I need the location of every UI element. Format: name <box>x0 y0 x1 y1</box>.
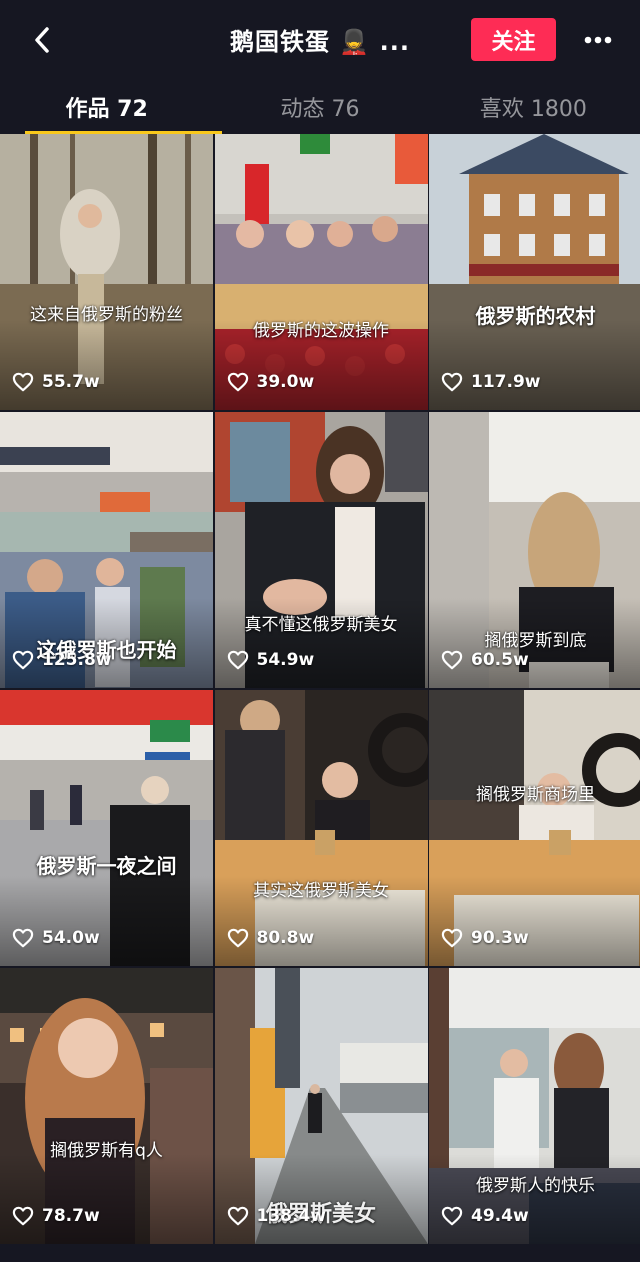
heart-outline-icon <box>12 650 34 670</box>
profile-tabs: 作品 72 动态 76 喜欢 1800 <box>0 80 640 134</box>
like-count: 54.0w <box>12 928 100 948</box>
heart-outline-icon <box>227 928 248 948</box>
like-count: 55.7w <box>12 372 100 392</box>
heart-outline-icon <box>227 372 248 392</box>
video-tile[interactable]: 其实这俄罗斯美女 80.8w <box>214 690 428 966</box>
video-caption: 俄罗斯的这波操作 <box>253 321 389 341</box>
like-count: 49.4w <box>441 1206 529 1226</box>
video-tile[interactable]: 搁俄罗斯商场里 90.3w <box>429 690 640 966</box>
thumbnail-shade <box>429 320 640 410</box>
like-count-value: 78.7w <box>42 1206 100 1226</box>
video-caption: 这来自俄罗斯的粉丝 <box>30 305 183 325</box>
heart-outline-icon <box>12 928 34 948</box>
video-caption: 俄罗斯人的快乐 <box>476 1176 595 1196</box>
like-count-value: 117.9w <box>471 372 541 392</box>
like-count: 60.5w <box>441 650 529 670</box>
heart-outline-icon <box>441 650 463 670</box>
like-count-value: 54.9w <box>256 650 315 670</box>
heart-outline-icon <box>441 928 463 948</box>
like-count: 78.7w <box>12 1206 100 1226</box>
tab-likes[interactable]: 喜欢 1800 <box>427 80 640 134</box>
thumbnail-shade <box>429 1154 640 1244</box>
like-count-value: 60.5w <box>471 650 529 670</box>
like-count: 138.4w <box>227 1206 326 1226</box>
like-count-value: 55.7w <box>42 372 100 392</box>
video-caption: 搁俄罗斯有q人 <box>50 1141 163 1161</box>
like-count: 90.3w <box>441 928 529 948</box>
video-tile[interactable]: 俄罗斯人的快乐 49.4w <box>429 968 640 1244</box>
like-count-value: 80.8w <box>256 928 315 948</box>
back-button[interactable] <box>22 20 62 60</box>
thumbnail-shade <box>0 1154 213 1244</box>
like-count-value: 125.8w <box>42 650 112 670</box>
tab-works[interactable]: 作品 72 <box>0 80 223 134</box>
like-count: 54.9w <box>227 650 315 670</box>
like-count-value: 49.4w <box>471 1206 529 1226</box>
video-tile[interactable]: 真不懂这俄罗斯美女 54.9w <box>214 412 428 688</box>
video-tile[interactable]: 俄罗斯的这波操作 39.0w <box>214 134 428 410</box>
tab-activity[interactable]: 动态 76 <box>213 80 426 134</box>
top-bar: 鹅国铁蛋 💂 ... 关注 <box>0 0 640 80</box>
heart-outline-icon <box>227 1206 248 1226</box>
video-caption: 俄罗斯一夜之间 <box>36 854 177 878</box>
video-caption: 其实这俄罗斯美女 <box>253 881 389 901</box>
like-count: 117.9w <box>441 372 540 392</box>
thumbnail-shade <box>429 876 640 966</box>
heart-outline-icon <box>441 1206 463 1226</box>
thumbnail-shade <box>0 876 213 966</box>
more-dots-icon <box>584 36 612 44</box>
like-count-value: 39.0w <box>256 372 315 392</box>
video-caption: 搁俄罗斯商场里 <box>476 785 595 805</box>
video-caption: 俄罗斯的农村 <box>475 304 596 328</box>
like-count-value: 138.4w <box>256 1206 326 1226</box>
like-count: 39.0w <box>227 372 315 392</box>
video-tile[interactable]: 俄罗斯的农村 117.9w <box>429 134 640 410</box>
video-tile[interactable]: 搁俄罗斯有q人 78.7w <box>0 968 213 1244</box>
heart-outline-icon <box>12 372 34 392</box>
video-tile[interactable]: 俄罗斯美女 138.4w <box>214 968 428 1244</box>
like-count: 80.8w <box>227 928 315 948</box>
heart-outline-icon <box>441 372 463 392</box>
video-tile[interactable]: 俄罗斯一夜之间 54.0w <box>0 690 213 966</box>
heart-outline-icon <box>12 1206 34 1226</box>
like-count-value: 90.3w <box>471 928 529 948</box>
heart-outline-icon <box>227 650 248 670</box>
like-count: 125.8w <box>12 650 111 670</box>
chevron-left-icon <box>35 27 49 53</box>
more-button[interactable] <box>578 24 618 56</box>
video-caption: 搁俄罗斯到底 <box>484 631 587 651</box>
video-tile[interactable]: 这俄罗斯也开始 125.8w <box>0 412 213 688</box>
follow-button[interactable]: 关注 <box>471 18 556 61</box>
like-count-value: 54.0w <box>42 928 100 948</box>
video-tile[interactable]: 搁俄罗斯到底 60.5w <box>429 412 640 688</box>
thumbnail-shade <box>0 320 213 410</box>
video-grid: 这来自俄罗斯的粉丝 55.7w 俄罗斯的这波操作 39.0w 俄罗斯的农村 11… <box>0 134 640 1244</box>
video-caption: 真不懂这俄罗斯美女 <box>244 615 398 635</box>
video-tile[interactable]: 这来自俄罗斯的粉丝 55.7w <box>0 134 213 410</box>
